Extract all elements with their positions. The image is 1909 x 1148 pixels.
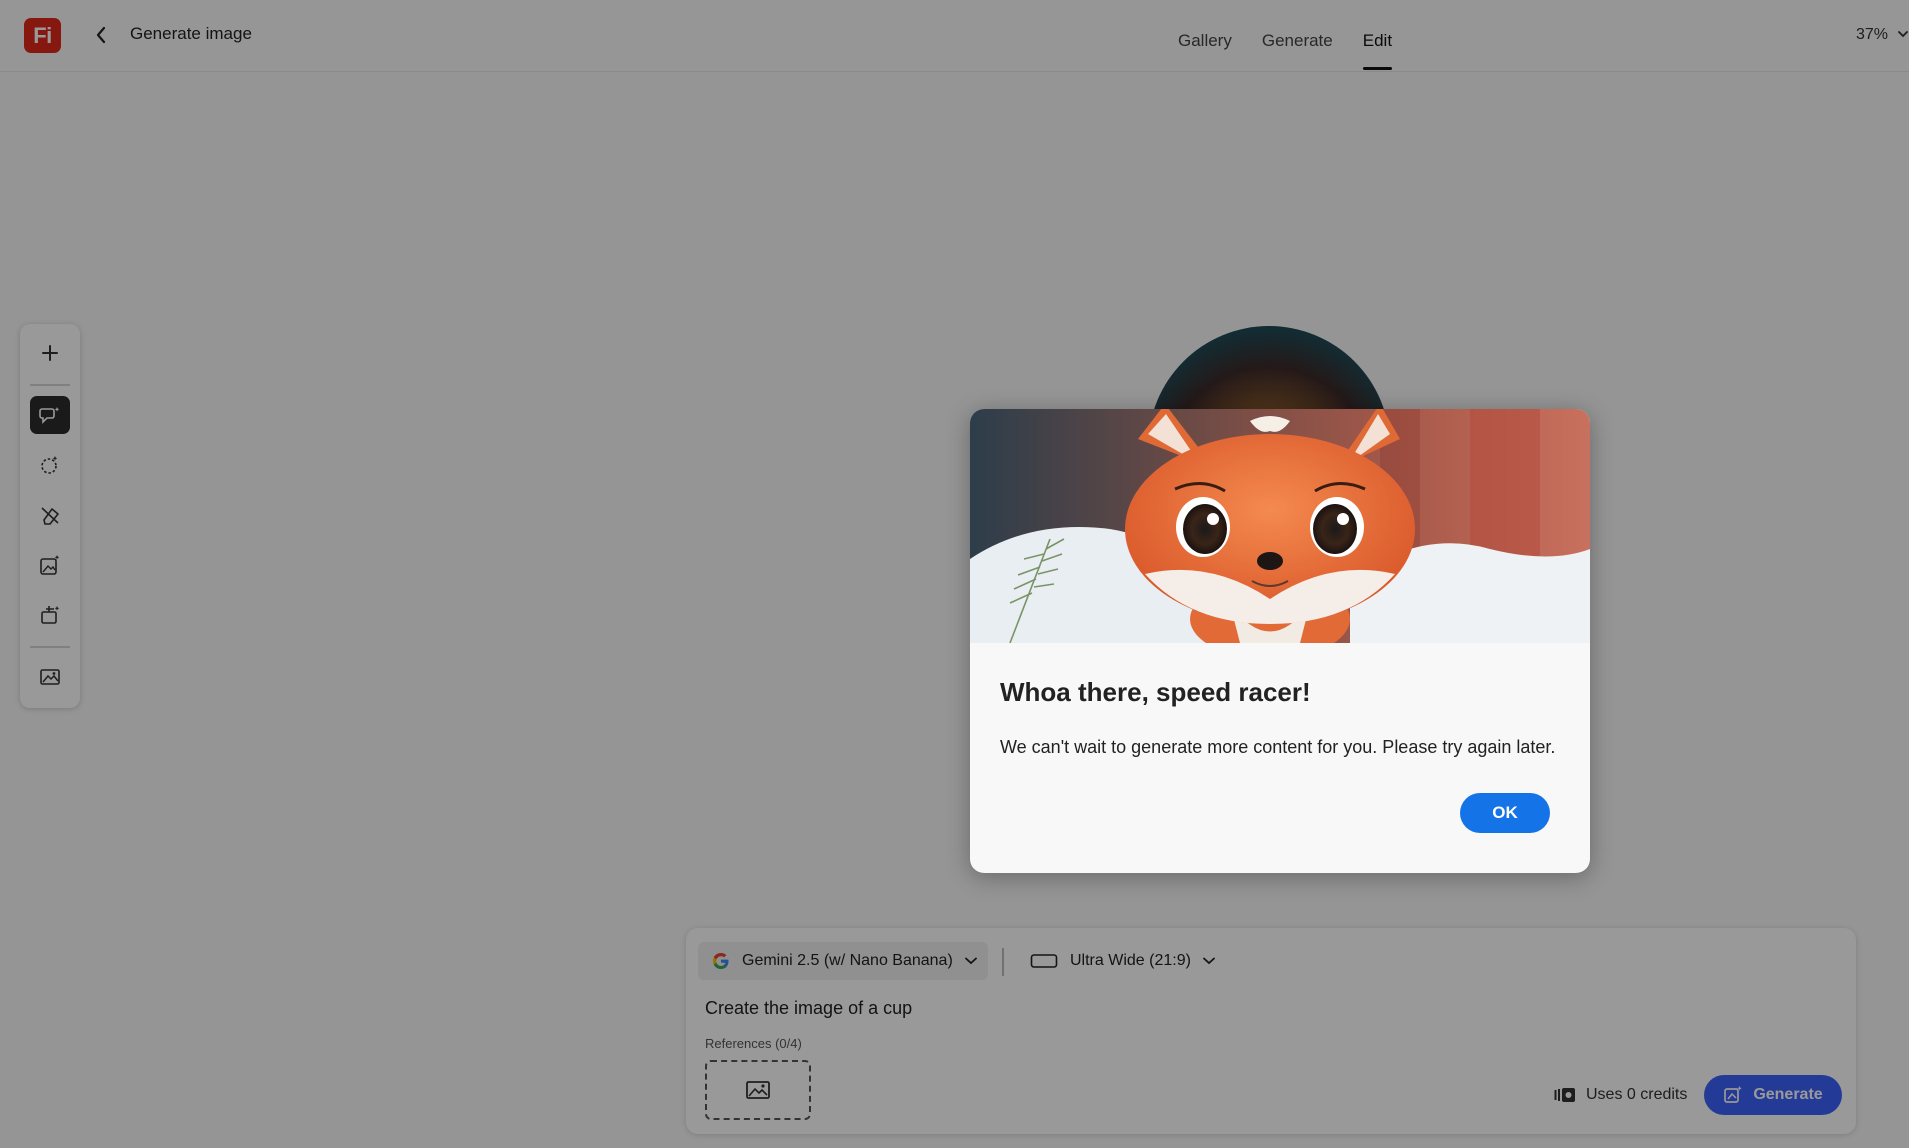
ok-button[interactable]: OK xyxy=(1460,793,1550,833)
rate-limit-dialog: Whoa there, speed racer! We can't wait t… xyxy=(970,409,1590,873)
modal-overlay[interactable] xyxy=(0,0,1909,1148)
fox-illustration xyxy=(970,409,1590,643)
dialog-message: We can't wait to generate more content f… xyxy=(1000,737,1556,757)
dialog-title: Whoa there, speed racer! xyxy=(1000,677,1311,707)
